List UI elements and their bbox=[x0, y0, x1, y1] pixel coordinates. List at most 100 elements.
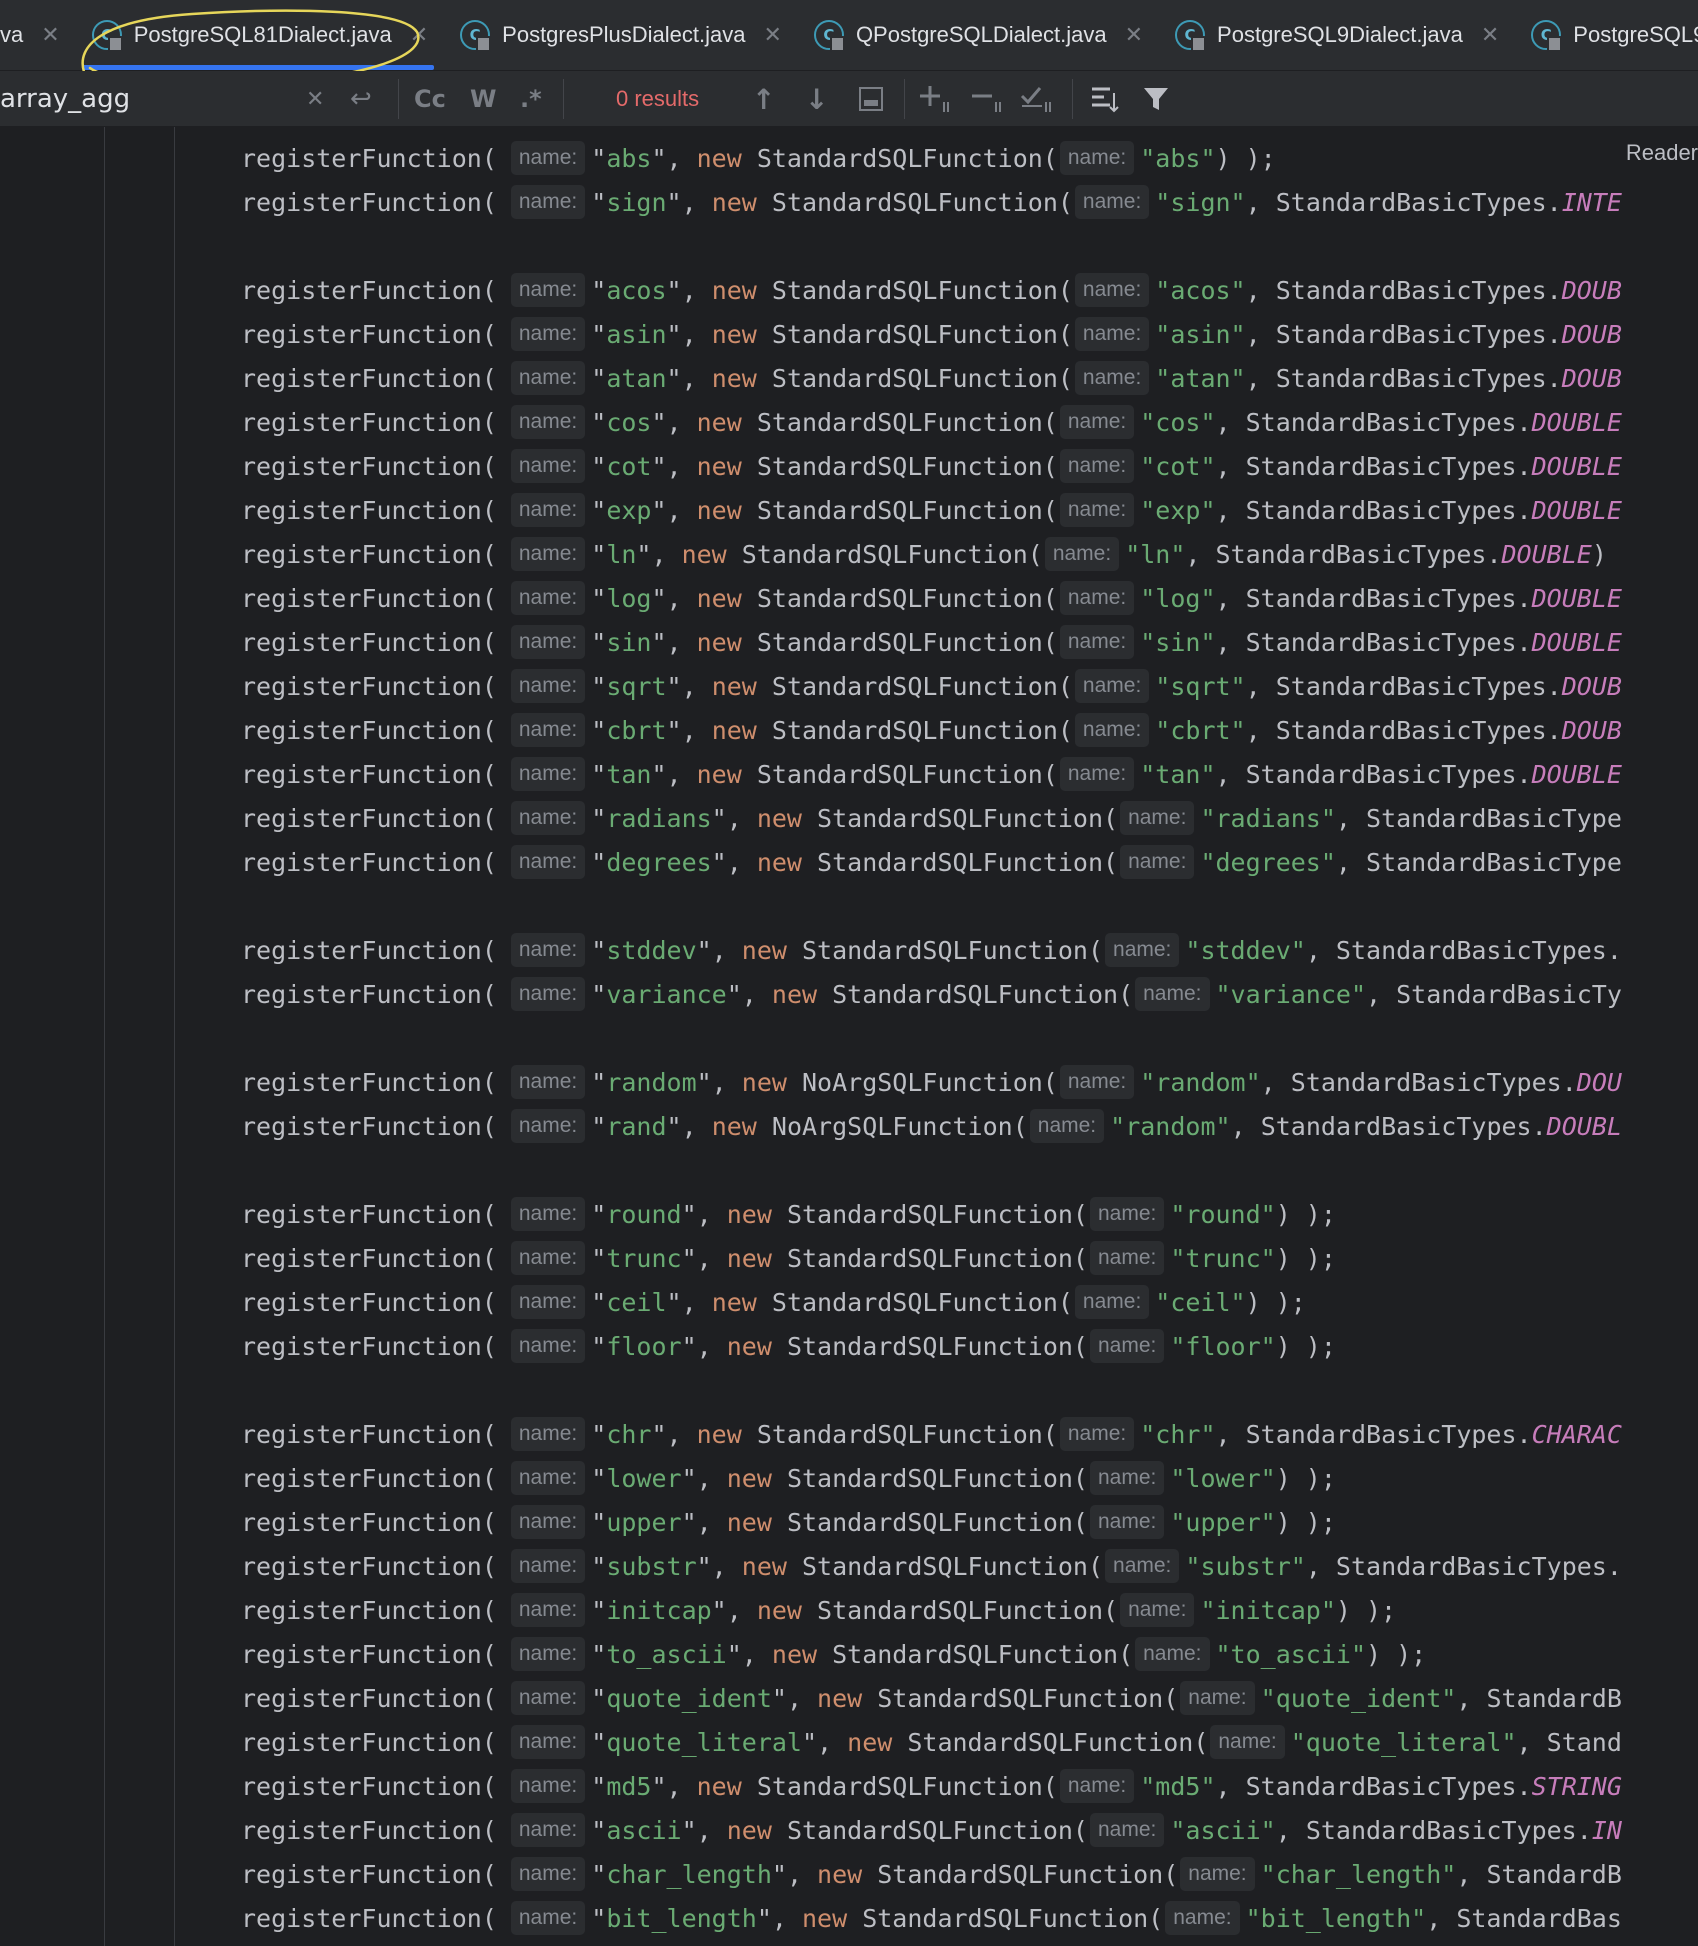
parameter-hint: name: bbox=[1029, 1109, 1105, 1143]
code-line: registerFunction(name: "initcap", new Sta… bbox=[241, 1589, 1698, 1633]
sql-name-string: "ceil" bbox=[1155, 1288, 1246, 1317]
filter-search-results-icon[interactable] bbox=[1090, 79, 1120, 119]
filter-icon[interactable] bbox=[1142, 79, 1170, 119]
type-reference: StandardBasicType bbox=[1366, 848, 1622, 877]
close-tab-icon[interactable]: ✕ bbox=[1481, 23, 1499, 48]
method-call: registerFunction( bbox=[241, 1596, 497, 1625]
new-keyword: new bbox=[741, 1068, 787, 1097]
new-keyword: new bbox=[681, 540, 727, 569]
new-keyword: new bbox=[696, 628, 742, 657]
code-line: registerFunction(name: "sqrt", new Standa… bbox=[241, 665, 1698, 709]
next-occurrence-icon[interactable]: ↓ bbox=[805, 79, 828, 119]
parameter-hint: name: bbox=[510, 317, 586, 351]
type-reference: StandardB bbox=[1486, 1860, 1622, 1889]
new-keyword: new bbox=[696, 144, 742, 173]
closing-parens: ) ); bbox=[1275, 1332, 1336, 1361]
parameter-hint: name: bbox=[510, 1725, 586, 1759]
parameter-hint: name: bbox=[1089, 1197, 1165, 1231]
editor-tab[interactable]: C PostgreSQL91Di bbox=[1513, 0, 1698, 70]
editor-tab[interactable]: C PostgreSQL9Dialect.java ✕ bbox=[1157, 0, 1513, 70]
method-call: registerFunction( bbox=[241, 672, 497, 701]
editor-tab-bar: va ✕ C PostgreSQL81Dialect.java ✕ C PostgresPl… bbox=[0, 0, 1698, 71]
method-call: registerFunction( bbox=[241, 1684, 497, 1713]
class-name: NoArgSQLFunction( bbox=[756, 1112, 1028, 1141]
whole-words-toggle[interactable]: W bbox=[470, 79, 496, 119]
new-keyword: new bbox=[696, 1772, 742, 1801]
class-name: StandardSQLFunction( bbox=[741, 496, 1058, 525]
parameter-hint: name: bbox=[510, 141, 586, 175]
close-tab-icon[interactable]: ✕ bbox=[410, 23, 428, 48]
sql-name-string: "random" bbox=[1110, 1112, 1231, 1141]
select-all-matches-icon[interactable] bbox=[1020, 79, 1056, 119]
sql-name-string: "acos" bbox=[1155, 276, 1246, 305]
close-tab-icon[interactable]: ✕ bbox=[41, 23, 59, 48]
class-name: StandardSQLFunction( bbox=[786, 936, 1104, 965]
method-call: registerFunction( bbox=[241, 364, 497, 393]
parameter-hint: name: bbox=[510, 1637, 586, 1671]
parameter-hint: name: bbox=[510, 361, 586, 395]
parameter-hint: name: bbox=[510, 1593, 586, 1627]
tab-label: PostgreSQL91Di bbox=[1573, 22, 1698, 47]
new-keyword: new bbox=[756, 804, 802, 833]
method-call: registerFunction( bbox=[241, 1904, 497, 1933]
sql-name-string: "random" bbox=[1140, 1068, 1261, 1097]
parameter-hint: name: bbox=[1120, 845, 1195, 879]
new-keyword: new bbox=[756, 1596, 802, 1625]
match-case-toggle[interactable]: Cc bbox=[414, 79, 446, 119]
class-name: StandardSQLFunction( bbox=[741, 452, 1058, 481]
parameter-hint: name: bbox=[1105, 933, 1180, 967]
select-all-occurrences-icon[interactable] bbox=[858, 79, 884, 119]
editor-tab[interactable]: C PostgresPlusDialect.java ✕ bbox=[442, 0, 796, 70]
code-editor[interactable]: registerFunction(name: "abs", new Standar… bbox=[0, 127, 1698, 1946]
type-constant: CHARAC bbox=[1531, 1420, 1622, 1449]
search-input[interactable] bbox=[0, 79, 290, 119]
previous-occurrence-icon[interactable]: ↑ bbox=[752, 79, 775, 119]
function-name-string: trunc bbox=[606, 1244, 682, 1273]
function-name-string: upper bbox=[606, 1508, 682, 1537]
parameter-hint: name: bbox=[510, 1505, 586, 1539]
type-reference: StandardBasicTypes. bbox=[1245, 584, 1532, 613]
parameter-hint: name: bbox=[510, 1901, 586, 1935]
parameter-hint: name: bbox=[510, 493, 586, 527]
closing-parens: ) ); bbox=[1215, 144, 1276, 173]
close-tab-icon[interactable]: ✕ bbox=[764, 23, 782, 48]
type-reference: StandardBasicTypes. bbox=[1335, 1552, 1622, 1581]
sql-name-string: "floor" bbox=[1170, 1332, 1276, 1361]
type-constant: STRING bbox=[1531, 1772, 1622, 1801]
editor-tab[interactable]: C PostgreSQL81Dialect.java ✕ bbox=[73, 0, 443, 70]
regex-toggle[interactable]: .* bbox=[520, 79, 542, 119]
type-reference: StandardBasicTypes. bbox=[1260, 1112, 1547, 1141]
function-name-string: to_ascii bbox=[606, 1640, 727, 1669]
closing-parens: ) ); bbox=[1335, 1596, 1397, 1625]
class-name: StandardSQLFunction( bbox=[741, 584, 1058, 613]
new-line-icon[interactable]: ↩ bbox=[350, 79, 372, 119]
function-name-string: floor bbox=[606, 1332, 682, 1361]
editor-tab[interactable]: C QPostgreSQLDialect.java ✕ bbox=[796, 0, 1157, 70]
add-occurrence-icon[interactable] bbox=[918, 79, 954, 119]
clear-search-icon[interactable]: ✕ bbox=[306, 79, 324, 119]
code-line: registerFunction(name: "radians", new Sta… bbox=[241, 797, 1698, 841]
new-keyword: new bbox=[817, 1860, 863, 1889]
new-keyword: new bbox=[847, 1728, 893, 1757]
parameter-hint: name: bbox=[510, 405, 586, 439]
new-keyword: new bbox=[711, 320, 757, 349]
editor-tab[interactable]: va ✕ bbox=[0, 0, 74, 70]
type-constant: DOUBLE bbox=[1531, 584, 1622, 613]
method-call: registerFunction( bbox=[241, 320, 497, 349]
sql-name-string: "cot" bbox=[1140, 452, 1216, 481]
class-name: StandardSQLFunction( bbox=[741, 408, 1058, 437]
function-name-string: ascii bbox=[606, 1816, 682, 1845]
reader-mode-button[interactable]: Reader bbox=[1626, 140, 1698, 166]
type-reference: StandardBas bbox=[1456, 1904, 1622, 1933]
close-tab-icon[interactable]: ✕ bbox=[1125, 23, 1143, 48]
parameter-hint: name: bbox=[510, 1109, 586, 1143]
sql-name-string: "sin" bbox=[1140, 628, 1216, 657]
type-reference: StandardBasicTypes. bbox=[1215, 540, 1502, 569]
closing-parens: ) ); bbox=[1275, 1464, 1336, 1493]
remove-occurrence-icon[interactable] bbox=[970, 79, 1006, 119]
parameter-hint: name: bbox=[1074, 185, 1150, 219]
sql-name-string: "atan" bbox=[1155, 364, 1246, 393]
method-call: registerFunction( bbox=[241, 1728, 497, 1757]
